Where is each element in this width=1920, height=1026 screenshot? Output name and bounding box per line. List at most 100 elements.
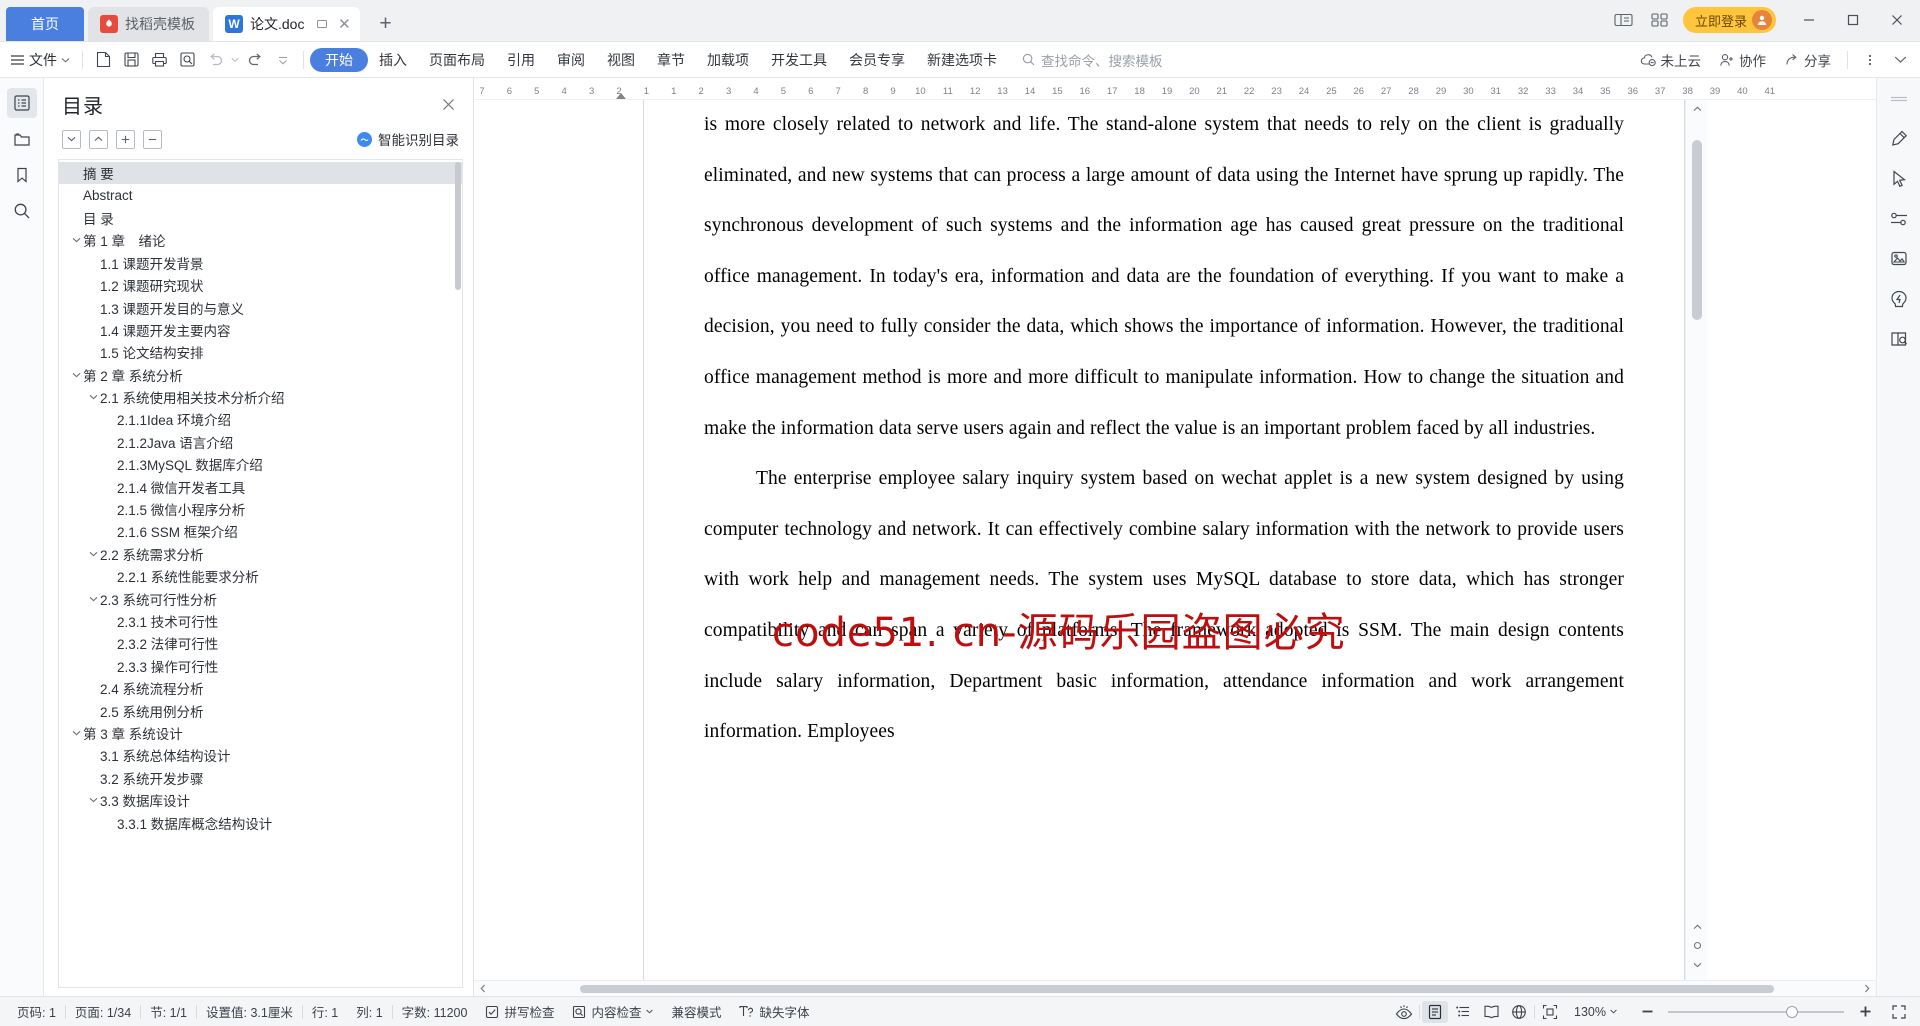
chevron-down-icon[interactable] (86, 596, 100, 602)
toc-item[interactable]: 2.1.1Idea 环境介绍 (59, 408, 462, 430)
toc-item[interactable]: 2.1 系统使用相关技术分析介绍 (59, 386, 462, 408)
status-row[interactable]: 行: 1 (303, 1002, 347, 1021)
folder-panel-button[interactable] (7, 124, 37, 154)
page-view-icon[interactable] (1422, 1000, 1449, 1023)
pen-icon[interactable] (1884, 126, 1914, 152)
toc-item[interactable]: 2.3.3 操作可行性 (59, 655, 462, 677)
status-page-total[interactable]: 页面: 1/34 (66, 1002, 140, 1021)
ribbon-tab-insert[interactable]: 插入 (368, 48, 418, 72)
toc-item[interactable]: 3.2 系统开发步骤 (59, 767, 462, 789)
command-search[interactable]: 查找命令、搜索模板 (1022, 50, 1163, 70)
ribbon-tab-page-layout[interactable]: 页面布局 (418, 48, 496, 72)
eye-icon[interactable] (1391, 1001, 1417, 1023)
collaborate-button[interactable]: 协作 (1711, 47, 1774, 73)
outline-panel-button[interactable] (6, 88, 37, 118)
image-effects-icon[interactable] (1884, 246, 1914, 272)
prev-page-icon[interactable] (1690, 920, 1704, 934)
toc-collapse-down-button[interactable] (62, 129, 81, 149)
toc-item[interactable]: 第 1 章 绪论 (59, 229, 462, 251)
tab-minimize-icon[interactable] (314, 16, 330, 32)
zoom-level-label[interactable]: 130% (1565, 1005, 1626, 1019)
toc-collapse-all-button[interactable] (143, 129, 162, 149)
smart-toc-button[interactable]: 智能识别目录 (357, 129, 459, 149)
ribbon-tab-developer[interactable]: 开发工具 (760, 48, 838, 72)
horizontal-ruler[interactable]: 7 6 5 4 3 2 1 1 2 3 4 5 6 7 8 9 10 11 12 13 14 15 16 17 18 19 20 21… (474, 78, 1876, 100)
toc-item[interactable]: 目 录 (59, 207, 462, 229)
book-search-icon[interactable] (1884, 326, 1914, 352)
new-tab-button[interactable]: + (370, 9, 400, 39)
ribbon-tab-member[interactable]: 会员专享 (838, 48, 916, 72)
web-view-icon[interactable] (1506, 1001, 1532, 1023)
zoom-in-button[interactable] (1852, 1001, 1878, 1023)
status-column[interactable]: 列: 1 (347, 1002, 391, 1021)
ribbon-tab-review[interactable]: 审阅 (546, 48, 596, 72)
outline-view-icon[interactable] (1450, 1001, 1476, 1023)
chevron-down-icon[interactable] (86, 551, 100, 557)
toc-item[interactable]: Abstract (59, 184, 462, 206)
status-missing-font[interactable]: 缺失字体 (730, 1002, 818, 1021)
chevron-down-icon[interactable] (86, 797, 100, 803)
select-browse-object-icon[interactable] (1690, 938, 1704, 952)
horizontal-scrollbar-thumb[interactable] (580, 984, 1774, 993)
toc-item[interactable]: 3.3.1 数据库概念结构设计 (59, 811, 462, 833)
toc-collapse-up-button[interactable] (89, 129, 108, 149)
read-view-icon[interactable] (1478, 1001, 1504, 1023)
toc-item[interactable]: 2.4 系统流程分析 (59, 677, 462, 699)
tab-template-store[interactable]: 找稻壳模板 (88, 7, 209, 41)
status-page-number[interactable]: 页码: 1 (8, 1002, 65, 1021)
chevron-down-icon[interactable] (69, 237, 83, 243)
redo-icon[interactable] (241, 47, 269, 73)
status-word-count[interactable]: 字数: 11200 (393, 1002, 477, 1021)
scroll-left-icon[interactable] (474, 981, 492, 997)
smart-shape-icon[interactable] (1884, 286, 1914, 312)
toc-item[interactable]: 2.1.3MySQL 数据库介绍 (59, 453, 462, 475)
horizontal-scrollbar-track[interactable] (492, 984, 1858, 993)
status-content-check[interactable]: 内容检查 (563, 1002, 662, 1021)
ribbon-tab-start[interactable]: 开始 (310, 47, 368, 72)
quick-access-more-icon[interactable] (269, 47, 297, 73)
toc-item[interactable]: 1.2 课题研究现状 (59, 274, 462, 296)
print-icon[interactable] (145, 47, 173, 73)
toc-item[interactable]: 3.3 数据库设计 (59, 789, 462, 811)
window-minimize-button[interactable] (1788, 0, 1830, 41)
toc-item[interactable]: 2.3.2 法律可行性 (59, 632, 462, 654)
toc-item[interactable]: 第 2 章 系统分析 (59, 364, 462, 386)
fit-page-icon[interactable] (1537, 1001, 1563, 1023)
toc-scrollbar[interactable] (455, 162, 461, 290)
toc-item[interactable]: 2.2.1 系统性能要求分析 (59, 565, 462, 587)
toc-item[interactable]: 2.1.2Java 语言介绍 (59, 431, 462, 453)
tab-document-lunwen[interactable]: W 论文.doc ✕ (213, 7, 361, 41)
undo-icon[interactable] (201, 47, 229, 73)
toc-item[interactable]: 2.5 系统用例分析 (59, 699, 462, 721)
vertical-scrollbar-track[interactable] (1692, 102, 1702, 922)
zoom-out-button[interactable] (1634, 1001, 1660, 1023)
scroll-right-icon[interactable] (1858, 981, 1876, 997)
more-options-icon[interactable] (1856, 47, 1884, 73)
new-document-icon[interactable] (89, 47, 117, 73)
ribbon-tab-new[interactable]: 新建选项卡 (916, 48, 1008, 72)
vertical-scrollbar-thumb[interactable] (1692, 140, 1702, 320)
cloud-status-button[interactable]: 未上云 (1632, 47, 1710, 73)
content-check-dropdown-icon[interactable] (646, 1009, 654, 1014)
status-spell-check[interactable]: 拼写检查 (476, 1002, 563, 1021)
status-compat-mode[interactable]: 兼容模式 (662, 1002, 730, 1021)
document-page[interactable]: is more closely related to network and l… (643, 100, 1685, 980)
ribbon-tab-section[interactable]: 章节 (646, 48, 696, 72)
chevron-down-icon[interactable] (69, 372, 83, 378)
zoom-slider-knob[interactable] (1786, 1005, 1798, 1018)
tab-close-icon[interactable]: ✕ (336, 16, 352, 33)
zoom-dropdown-icon[interactable] (1610, 1009, 1617, 1014)
home-tab[interactable]: 首页 (6, 7, 84, 41)
print-preview-icon[interactable] (173, 47, 201, 73)
horizontal-scrollbar[interactable] (474, 980, 1876, 996)
chevron-down-icon[interactable] (69, 730, 83, 736)
toc-item[interactable]: 1.5 论文结构安排 (59, 341, 462, 363)
collapse-ribbon-icon[interactable] (1886, 47, 1914, 73)
toc-item[interactable]: 2.1.6 SSM 框架介绍 (59, 520, 462, 542)
search-panel-button[interactable] (7, 196, 37, 226)
toc-list[interactable]: 摘 要 Abstract 目 录第 1 章 绪论 1.1 课题开发背景 1.2 课题研究… (59, 160, 462, 987)
toc-item[interactable]: 1.4 课题开发主要内容 (59, 319, 462, 341)
fullscreen-icon[interactable] (1886, 1001, 1912, 1023)
ribbon-tab-addins[interactable]: 加载项 (696, 48, 760, 72)
bookmark-panel-button[interactable] (7, 160, 37, 190)
